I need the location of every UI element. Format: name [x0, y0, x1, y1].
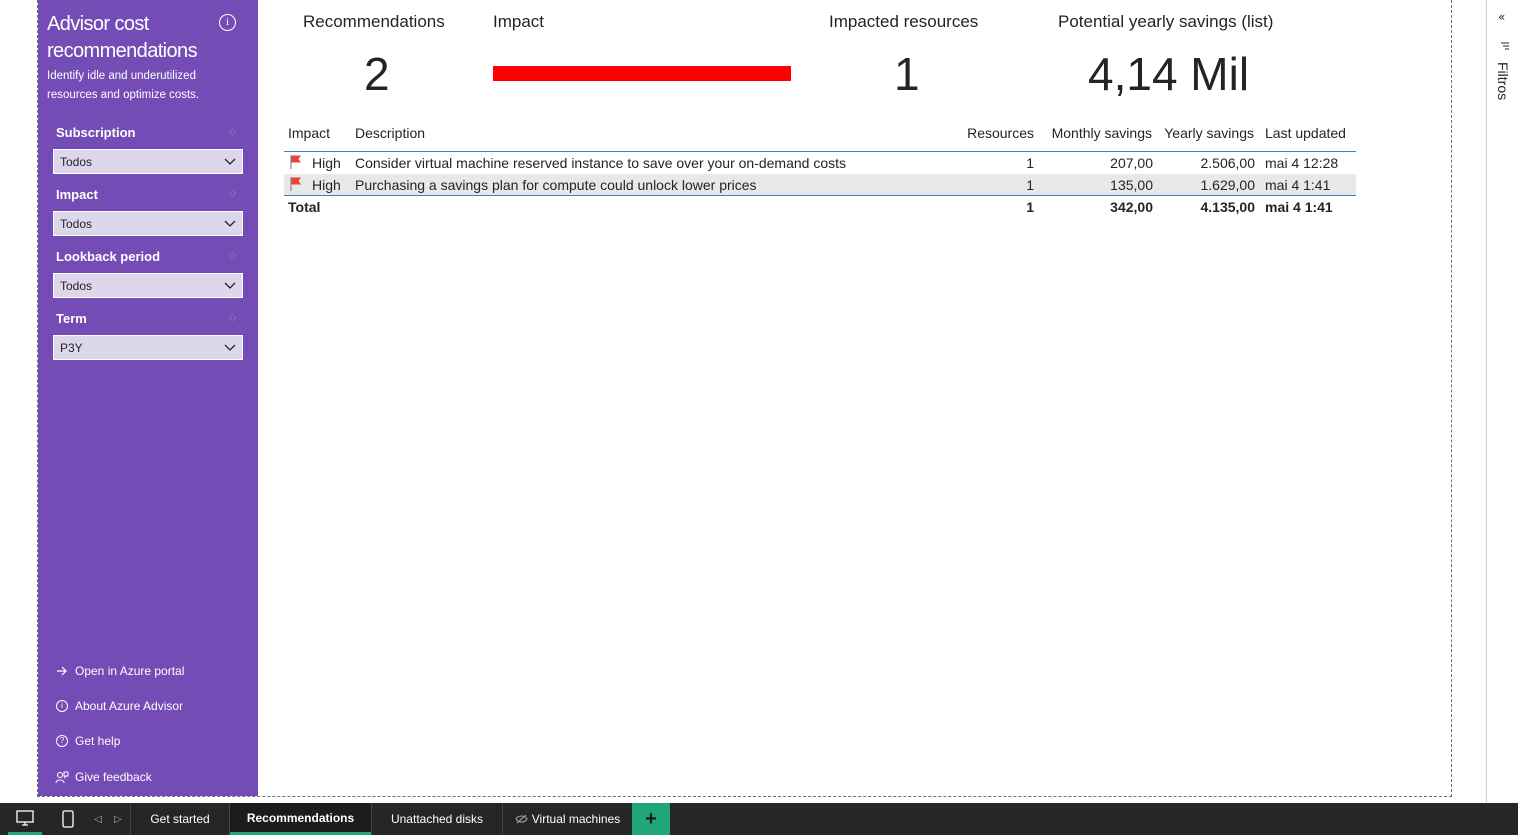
impact-value: Todos — [60, 217, 93, 231]
about-azure-advisor-label: About Azure Advisor — [75, 699, 184, 713]
table-row[interactable]: High Purchasing a savings plan for compu… — [284, 174, 1356, 196]
total-yearly-savings: 4.135,00 — [1200, 199, 1256, 215]
hidden-page-icon — [515, 814, 528, 824]
impact-cell: High — [312, 177, 341, 193]
subscription-slicer-label: Subscription — [56, 125, 136, 140]
column-header-last-updated[interactable]: Last updated — [1265, 125, 1346, 141]
description-cell: Purchasing a savings plan for compute co… — [355, 177, 757, 193]
sidebar-title: Advisor cost recommendations — [47, 13, 198, 62]
resources-cell: 1 — [1026, 177, 1034, 193]
column-header-monthly-savings[interactable]: Monthly savings — [1052, 125, 1152, 141]
column-header-resources[interactable]: Resources — [967, 125, 1034, 141]
tab-get-started-label: Get started — [150, 812, 210, 826]
sidebar-subtitle: Identify idle and underutilized resource… — [47, 70, 200, 101]
open-azure-portal-label: Open in Azure portal — [75, 664, 185, 678]
feedback-icon — [55, 770, 69, 784]
about-azure-advisor-link[interactable]: i About Azure Advisor — [55, 699, 183, 713]
tab-recommendations[interactable]: Recommendations — [230, 803, 371, 835]
impact-cell: High — [312, 155, 341, 171]
last-updated-cell: mai 4 1:41 — [1265, 177, 1331, 193]
last-updated-cell: mai 4 12:28 — [1265, 155, 1339, 171]
resources-cell: 1 — [1026, 155, 1034, 171]
impact-kpi-title: Impact — [493, 12, 545, 31]
chevron-down-icon — [224, 220, 236, 227]
column-header-description[interactable]: Description — [355, 125, 425, 141]
tab-unattached-disks[interactable]: Unattached disks — [372, 803, 502, 835]
column-header-yearly-savings[interactable]: Yearly savings — [1164, 125, 1254, 141]
eraser-icon[interactable]: ◇ — [229, 189, 239, 199]
tab-unattached-disks-label: Unattached disks — [390, 812, 484, 826]
get-help-link[interactable]: ? Get help — [55, 734, 120, 748]
give-feedback-link[interactable]: Give feedback — [55, 770, 152, 784]
tab-virtual-machines[interactable]: Virtual machines — [503, 803, 632, 835]
description-cell: Consider virtual machine reserved instan… — [355, 155, 847, 171]
question-icon: ? — [55, 734, 69, 748]
open-azure-portal-link[interactable]: Open in Azure portal — [55, 664, 184, 678]
filter-pane: « Filtros — [1486, 0, 1518, 803]
mobile-view-button[interactable] — [55, 803, 81, 835]
tab-recommendations-label: Recommendations — [246, 810, 355, 825]
chevron-down-icon — [224, 282, 236, 289]
total-monthly-savings: 342,00 — [1110, 199, 1153, 215]
report-canvas: Advisor cost recommendations i Identify … — [0, 0, 1518, 803]
total-label: Total — [288, 199, 321, 215]
filter-icon — [1501, 42, 1509, 50]
chevron-down-icon — [224, 344, 236, 351]
impacted-resources-kpi-value: 1 — [894, 48, 920, 100]
recommendations-kpi-value: 2 — [364, 48, 390, 100]
arrow-right-icon — [55, 664, 69, 678]
info-icon[interactable]: i — [219, 14, 236, 31]
monthly-savings-cell: 207,00 — [1110, 155, 1153, 171]
term-dropdown[interactable]: P3Y — [53, 335, 243, 360]
get-help-label: Get help — [75, 734, 121, 748]
tab-virtual-machines-label: Virtual machines — [531, 812, 621, 826]
column-header-impact[interactable]: Impact — [288, 125, 330, 141]
table-row[interactable]: High Consider virtual machine reserved i… — [284, 152, 1356, 174]
eraser-icon[interactable]: ◇ — [229, 251, 239, 261]
term-slicer-label: Term — [56, 311, 87, 326]
yearly-savings-cell: 1.629,00 — [1200, 177, 1256, 193]
impacted-resources-kpi-title: Impacted resources — [829, 12, 979, 31]
lookback-dropdown[interactable]: Todos — [53, 273, 243, 298]
previous-page-icon[interactable]: ◁ — [90, 803, 106, 835]
table-total-row: Total 1 342,00 4.135,00 mai 4 1:41 — [284, 196, 1356, 218]
term-value: P3Y — [60, 341, 83, 355]
give-feedback-label: Give feedback — [75, 770, 152, 784]
tab-get-started[interactable]: Get started — [131, 803, 229, 835]
eraser-icon[interactable]: ◇ — [229, 127, 239, 137]
page-tab-bar: ◁ ▷ Get started Recommendations Unattach… — [0, 803, 1518, 835]
recommendations-kpi-title: Recommendations — [303, 12, 445, 31]
yearly-savings-cell: 2.506,00 — [1200, 155, 1256, 171]
total-last-updated: mai 4 1:41 — [1265, 199, 1333, 215]
sidebar-panel: Advisor cost recommendations i Identify … — [38, 0, 258, 796]
impact-bar — [493, 66, 791, 81]
impact-dropdown[interactable]: Todos — [53, 211, 243, 236]
total-resources: 1 — [1026, 199, 1034, 215]
impact-slicer-label: Impact — [56, 187, 98, 202]
monitor-icon — [16, 809, 34, 826]
info-icon: i — [55, 699, 69, 713]
collapse-chevron-icon[interactable]: « — [1498, 10, 1505, 24]
phone-icon — [62, 810, 74, 828]
desktop-view-button[interactable] — [8, 803, 42, 835]
flag-icon — [290, 177, 301, 191]
subscription-value: Todos — [60, 155, 93, 169]
eraser-icon[interactable]: ◇ — [229, 313, 239, 323]
lookback-value: Todos — [60, 279, 93, 293]
add-page-button[interactable]: + — [632, 803, 670, 835]
filter-pane-label[interactable]: Filtros — [1495, 62, 1511, 100]
chevron-down-icon — [224, 158, 236, 165]
plus-icon: + — [645, 807, 657, 830]
monthly-savings-cell: 135,00 — [1110, 177, 1153, 193]
yearly-savings-kpi-title: Potential yearly savings (list) — [1058, 12, 1274, 31]
yearly-savings-kpi-value: 4,14 Mil — [1088, 48, 1250, 100]
subscription-dropdown[interactable]: Todos — [53, 149, 243, 174]
flag-icon — [290, 155, 301, 169]
next-page-icon[interactable]: ▷ — [110, 803, 126, 835]
lookback-slicer-label: Lookback period — [56, 249, 161, 264]
